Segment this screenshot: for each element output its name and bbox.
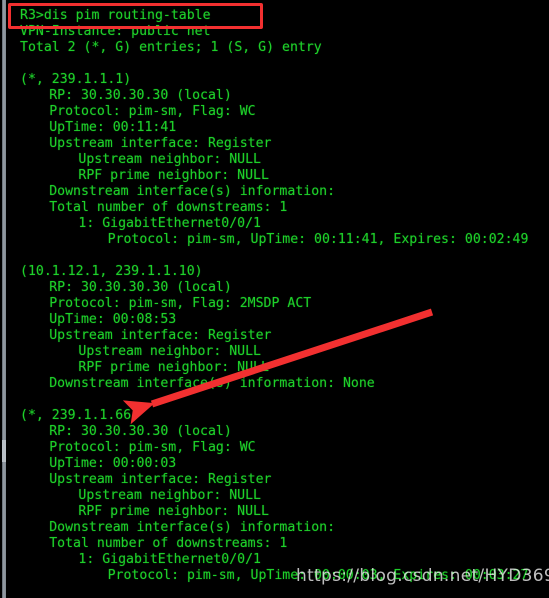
terminal-window: R3>dis pim routing-table VPN-Instance: pu… [0,0,549,598]
terminal-line: Total number of downstreams: 1 [49,200,288,215]
terminal-line: Upstream interface: Register [49,136,272,151]
terminal-line: Protocol: pim-sm, Flag: WC [49,104,256,119]
terminal-line: VPN-Instance: public net [20,24,211,39]
terminal-line: Protocol: pim-sm, Flag: 2MSDP ACT [49,296,312,311]
terminal-line: UpTime: 00:08:53 [49,312,177,327]
terminal-line: Total number of downstreams: 1 [49,536,288,551]
terminal-line: (*, 239.1.1.66) [20,408,140,423]
terminal-line: RPF prime neighbor: NULL [78,360,269,375]
terminal-line: Total 2 (*, G) entries; 1 (S, G) entry [20,40,322,55]
terminal-line: Upstream interface: Register [49,328,272,343]
terminal-line: Downstream interface(s) information: [49,184,336,199]
terminal-line: R3>dis pim routing-table [20,8,211,23]
terminal-line: RPF prime neighbor: NULL [78,168,269,183]
terminal-line: RP: 30.30.30.30 (local) [49,88,232,103]
terminal-line: Upstream neighbor: NULL [78,152,262,167]
terminal-line: UpTime: 00:00:03 [49,456,177,471]
terminal-line: Protocol: pim-sm, UpTime: 00:00:03, Expi… [107,568,529,583]
terminal-line: Downstream interface(s) information: [49,520,336,535]
terminal-line: Downstream interface(s) information: Non… [49,376,375,391]
terminal-line: 1: GigabitEthernet0/0/1 [78,216,262,231]
terminal-line: UpTime: 00:11:41 [49,120,177,135]
terminal-line: RP: 30.30.30.30 (local) [49,280,232,295]
terminal-line: RPF prime neighbor: NULL [78,504,269,519]
terminal-line: 1: GigabitEthernet0/0/1 [78,552,262,567]
terminal-line: Protocol: pim-sm, UpTime: 00:11:41, Expi… [107,232,529,247]
terminal-line: (10.1.12.1, 239.1.1.10) [20,264,203,279]
terminal-line: Upstream neighbor: NULL [78,344,262,359]
terminal-line: Upstream interface: Register [49,472,272,487]
terminal-output: R3>dis pim routing-table VPN-Instance: pu… [0,0,549,598]
terminal-line: RP: 30.30.30.30 (local) [49,424,232,439]
terminal-line: (*, 239.1.1.1) [20,72,132,87]
terminal-line: Protocol: pim-sm, Flag: WC [49,440,256,455]
terminal-line: Upstream neighbor: NULL [78,488,262,503]
